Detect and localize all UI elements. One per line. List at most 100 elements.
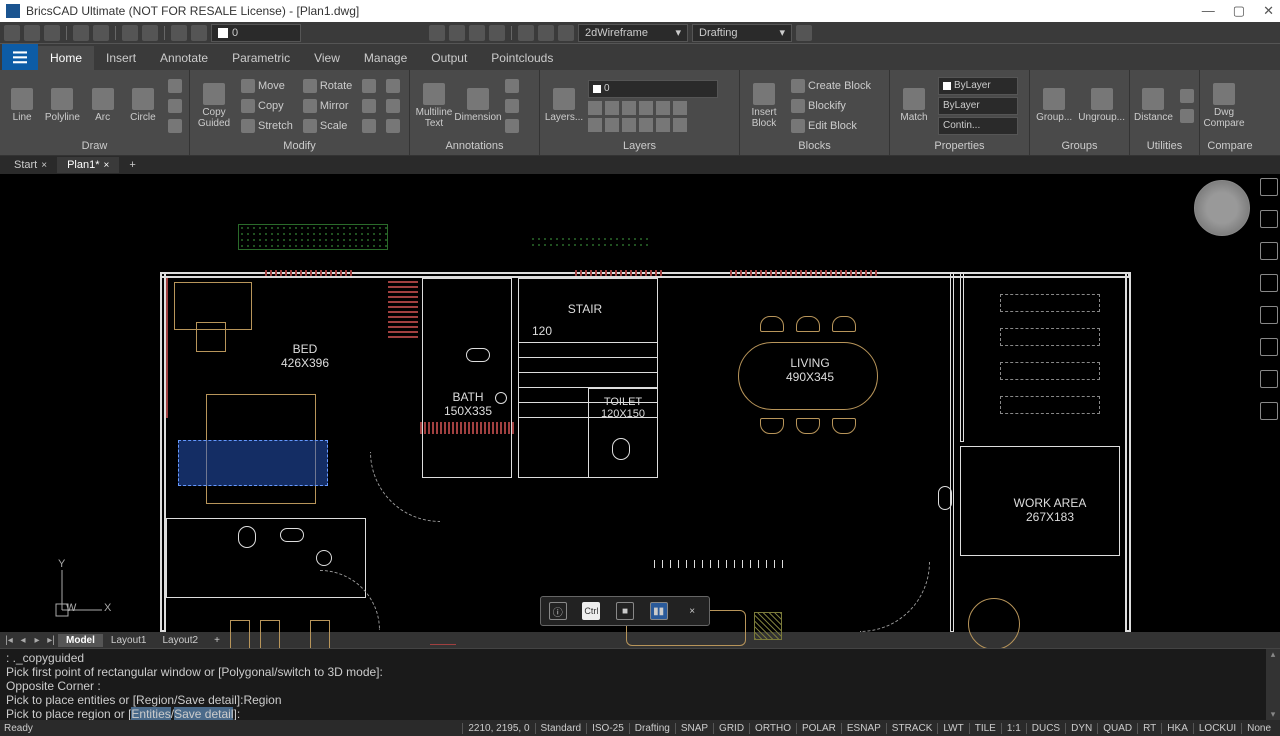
modify-tool[interactable] xyxy=(383,97,403,115)
print-icon[interactable] xyxy=(73,25,89,41)
redo-icon[interactable] xyxy=(142,25,158,41)
save-icon[interactable] xyxy=(44,25,60,41)
stop-icon[interactable]: ■ xyxy=(616,602,634,620)
layout-tab-layout1[interactable]: Layout1 xyxy=(103,634,155,647)
layout-nav-last[interactable]: ▸| xyxy=(44,635,58,646)
layer-tool[interactable] xyxy=(639,101,653,115)
layout-tab-add[interactable]: + xyxy=(206,634,228,647)
layers-side-icon[interactable] xyxy=(1260,242,1278,260)
status-ortho[interactable]: ORTHO xyxy=(749,723,796,734)
recording-toolbar[interactable]: ⓘ Ctrl ■ ▮▮ × xyxy=(540,596,710,626)
sun-icon[interactable] xyxy=(191,25,207,41)
circle-button[interactable]: Circle xyxy=(125,77,161,135)
status-rt[interactable]: RT xyxy=(1137,723,1161,734)
draw-tool[interactable] xyxy=(165,77,185,95)
maximize-button[interactable]: ▢ xyxy=(1233,3,1245,19)
status-snap[interactable]: SNAP xyxy=(675,723,713,734)
settings-side-icon[interactable] xyxy=(1260,210,1278,228)
create-block-button[interactable]: Create Block xyxy=(788,77,874,95)
anno-tool[interactable] xyxy=(502,77,522,95)
layer-select[interactable]: 0 xyxy=(211,24,301,42)
status-lwt[interactable]: LWT xyxy=(937,723,968,734)
layout-nav-next[interactable]: ▸ xyxy=(30,635,44,646)
layer-tool[interactable] xyxy=(656,101,670,115)
modify-tool[interactable] xyxy=(359,97,379,115)
status-none[interactable]: None xyxy=(1241,723,1276,734)
layer-tool[interactable] xyxy=(639,118,653,132)
status-polar[interactable]: POLAR xyxy=(796,723,841,734)
cloud-side-icon[interactable] xyxy=(1260,402,1278,420)
status-standard[interactable]: Standard xyxy=(535,723,587,734)
render-icon[interactable] xyxy=(538,25,554,41)
modify-tool[interactable] xyxy=(383,117,403,135)
layout-nav-first[interactable]: |◂ xyxy=(2,635,16,646)
rotate-button[interactable]: Rotate xyxy=(300,77,355,95)
util-tool[interactable] xyxy=(1177,107,1197,125)
layer-tool[interactable] xyxy=(673,101,687,115)
polyline-button[interactable]: Polyline xyxy=(44,77,80,135)
fx-side-icon[interactable] xyxy=(1260,338,1278,356)
app-menu-button[interactable] xyxy=(2,44,38,70)
layer-combo[interactable]: 0 xyxy=(588,80,718,98)
doctab-start[interactable]: Start× xyxy=(4,157,57,173)
tool-icon[interactable] xyxy=(429,25,445,41)
tab-output[interactable]: Output xyxy=(419,46,479,70)
status-grid[interactable]: GRID xyxy=(713,723,749,734)
new-icon[interactable] xyxy=(4,25,20,41)
status-strack[interactable]: STRACK xyxy=(886,723,938,734)
stretch-button[interactable]: Stretch xyxy=(238,117,296,135)
close-button[interactable]: ✕ xyxy=(1263,3,1274,19)
tool-icon[interactable] xyxy=(449,25,465,41)
modify-tool[interactable] xyxy=(359,117,379,135)
layer-tool[interactable] xyxy=(622,118,636,132)
info-icon[interactable]: ⓘ xyxy=(549,602,567,620)
light-icon[interactable] xyxy=(558,25,574,41)
status-drafting[interactable]: Drafting xyxy=(629,723,675,734)
close-icon[interactable]: × xyxy=(683,602,701,620)
draw-tool[interactable] xyxy=(165,97,185,115)
tab-home[interactable]: Home xyxy=(38,46,94,70)
status-ducs[interactable]: DUCS xyxy=(1026,723,1065,734)
blockify-button[interactable]: Blockify xyxy=(788,97,874,115)
anno-tool[interactable] xyxy=(502,117,522,135)
visual-style-select[interactable]: 2dWireframe▾ xyxy=(578,24,688,42)
edit-block-button[interactable]: Edit Block xyxy=(788,117,874,135)
copy-guided-button[interactable]: Copy Guided xyxy=(194,77,234,135)
grid-side-icon[interactable] xyxy=(1260,306,1278,324)
help-icon[interactable] xyxy=(796,25,812,41)
move-button[interactable]: Move xyxy=(238,77,296,95)
lights-icon[interactable] xyxy=(171,25,187,41)
scale-button[interactable]: Scale xyxy=(300,117,355,135)
open-icon[interactable] xyxy=(24,25,40,41)
layer-tool[interactable] xyxy=(588,118,602,132)
arc-button[interactable]: Arc xyxy=(85,77,121,135)
search-side-icon[interactable] xyxy=(1260,178,1278,196)
insert-block-button[interactable]: Insert Block xyxy=(744,77,784,135)
modify-tool[interactable] xyxy=(359,77,379,95)
undo-icon[interactable] xyxy=(122,25,138,41)
structure-side-icon[interactable] xyxy=(1260,370,1278,388)
tab-parametric[interactable]: Parametric xyxy=(220,46,302,70)
layout-tab-model[interactable]: Model xyxy=(58,634,103,647)
drawing-canvas[interactable]: BED426X396 BATH150X335 STAIR 120 TOILET1… xyxy=(0,174,1280,632)
doctab-plan1[interactable]: Plan1*× xyxy=(57,157,119,173)
status-lockui[interactable]: LOCKUI xyxy=(1193,723,1241,734)
dimension-button[interactable]: Dimension xyxy=(458,77,498,135)
util-tool[interactable] xyxy=(1177,87,1197,105)
preview-icon[interactable] xyxy=(93,25,109,41)
mtext-button[interactable]: Multiline Text xyxy=(414,77,454,135)
match-button[interactable]: Match xyxy=(894,77,934,135)
status-dyn[interactable]: DYN xyxy=(1065,723,1097,734)
layer-tool[interactable] xyxy=(588,101,602,115)
layer-tool[interactable] xyxy=(656,118,670,132)
tool-icon[interactable] xyxy=(469,25,485,41)
layout-tab-layout2[interactable]: Layout2 xyxy=(154,634,206,647)
anno-tool[interactable] xyxy=(502,97,522,115)
status-tile[interactable]: TILE xyxy=(969,723,1001,734)
layout-nav-prev[interactable]: ◂ xyxy=(16,635,30,646)
scroll-down-icon[interactable]: ▾ xyxy=(1271,709,1276,720)
color-select[interactable]: ByLayer xyxy=(938,77,1018,95)
status-scale[interactable]: 1:1 xyxy=(1001,723,1026,734)
layer-tool[interactable] xyxy=(605,101,619,115)
status-esnap[interactable]: ESNAP xyxy=(841,723,886,734)
